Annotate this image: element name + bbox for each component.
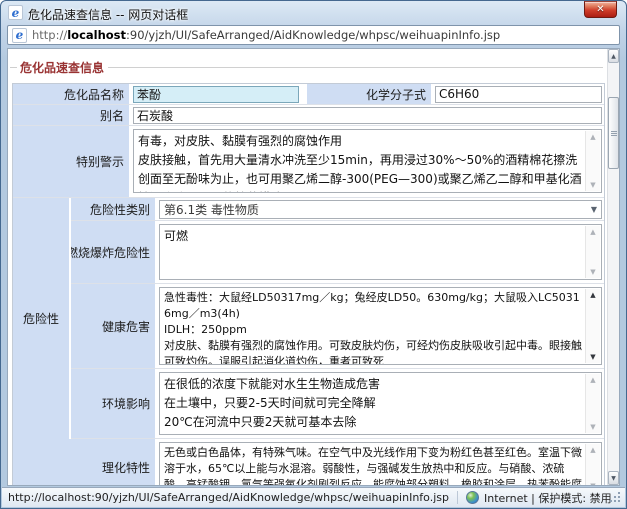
env-label: 环境影响: [71, 369, 157, 438]
internet-zone-globe-icon: [466, 491, 479, 504]
hazard-group-label: 危险性: [23, 310, 59, 327]
health-textarea[interactable]: 急性毒性：大鼠经LD50317mg／kg；兔经皮LD50。630mg/kg；大鼠…: [159, 287, 602, 365]
phys-scrollbar[interactable]: ▲▼: [585, 444, 600, 485]
fire-textarea[interactable]: 可燃 ▲▼: [159, 224, 602, 280]
scrollbar-thumb[interactable]: [608, 97, 619, 169]
warning-text: 有毒，对皮肤、黏膜有强烈的腐蚀作用 皮肤接触，首先用大量清水冲洗至少15min，…: [134, 130, 601, 192]
page-body: 危化品速查信息 危化品名称 化学分子式 别名: [8, 49, 607, 485]
close-icon: ✕: [596, 5, 604, 15]
hazard-class-cell: 第6.1类 毒性物质 ▼: [157, 198, 604, 220]
scrollbar-down-button[interactable]: ▼: [608, 471, 619, 485]
phys-label: 理化特性: [71, 439, 157, 485]
row-fire-hazard: 燃烧爆炸危险性 可燃 ▲▼: [13, 221, 604, 284]
warning-label: 特别警示: [13, 126, 131, 197]
page-scrollbar[interactable]: ▲ ▼: [607, 49, 619, 485]
warning-cell: 有毒，对皮肤、黏膜有强烈的腐蚀作用 皮肤接触，首先用大量清水冲洗至少15min，…: [131, 126, 604, 197]
hazard-class-label: 危险性类别: [71, 198, 157, 220]
env-scrollbar[interactable]: ▲▼: [585, 374, 600, 433]
section-header: 危化品速查信息: [10, 59, 603, 76]
hazard-group-cell: 危险性: [13, 198, 71, 439]
phys-textarea[interactable]: 无色或白色晶体，有特殊气味。在空气中及光线作用下变为粉红色甚至红色。室温下微溶于…: [159, 442, 602, 485]
fire-cell: 可燃 ▲▼: [157, 221, 604, 283]
window-title: 危化品速查信息 -- 网页对话框: [28, 6, 188, 23]
row-alias: 别名: [13, 105, 604, 126]
scroll-down-icon[interactable]: ▼: [590, 482, 595, 485]
ie-logo-icon: e: [8, 5, 23, 20]
formula-cell: [433, 84, 604, 104]
row-name-formula: 危化品名称 化学分子式: [13, 84, 604, 105]
section-title: 危化品速查信息: [20, 59, 104, 76]
scroll-up-icon[interactable]: ▲: [590, 228, 595, 236]
name-label: 危化品名称: [13, 84, 131, 104]
scrollbar-up-button[interactable]: ▲: [608, 49, 619, 63]
dialog-window: e 危化品速查信息 -- 网页对话框 ✕ e http://localhost:…: [0, 0, 627, 509]
scroll-down-icon[interactable]: ▼: [590, 353, 595, 361]
fire-text: 可燃: [160, 225, 601, 279]
hazard-class-value: 第6.1类 毒性物质: [164, 201, 259, 218]
title-bar: e 危化品速查信息 -- 网页对话框 ✕: [1, 1, 626, 24]
thumb-grip-icon: [611, 133, 617, 134]
name-cell: [131, 84, 305, 104]
scroll-up-icon[interactable]: ▲: [590, 291, 595, 299]
status-separator: [457, 491, 458, 504]
scroll-down-icon[interactable]: ▼: [590, 268, 595, 276]
zone-text: Internet | 保护模式: 禁用: [484, 490, 612, 506]
row-environment: 环境影响 在很低的浓度下就能对水生生物造成危害 在土壤中，只要2-5天时间就可完…: [13, 369, 604, 439]
row-health-hazard: 健康危害 急性毒性：大鼠经LD50317mg／kg；兔经皮LD50。630mg/…: [13, 284, 604, 369]
scroll-down-icon[interactable]: ▼: [590, 423, 595, 431]
scroll-up-icon: ▲: [611, 53, 616, 60]
legend-line-right: [108, 67, 603, 68]
phys-text: 无色或白色晶体，有特殊气味。在空气中及光线作用下变为粉红色甚至红色。室温下微溶于…: [160, 443, 601, 485]
health-scrollbar[interactable]: ▲▼: [585, 289, 600, 363]
health-cell: 急性毒性：大鼠经LD50317mg／kg；兔经皮LD50。630mg/kg；大鼠…: [157, 284, 604, 368]
dialog-content: 危化品速查信息 危化品名称 化学分子式 别名: [7, 48, 620, 486]
status-url: http://localhost:90/yjzh/UI/SafeArranged…: [8, 491, 449, 504]
address-bar[interactable]: e http://localhost:90/yjzh/UI/SafeArrang…: [7, 25, 620, 45]
env-textarea[interactable]: 在很低的浓度下就能对水生生物造成危害 在土壤中，只要2-5天时间就可完全降解 2…: [159, 372, 602, 435]
phys-cell: 无色或白色晶体，有特殊气味。在空气中及光线作用下变为粉红色甚至红色。室温下微溶于…: [157, 439, 604, 485]
fire-scrollbar[interactable]: ▲▼: [585, 226, 600, 278]
row-hazard-class: 危险性类别 第6.1类 毒性物质 ▼: [13, 198, 604, 221]
row-physicochemical: 理化特性 无色或白色晶体，有特殊气味。在空气中及光线作用下变为粉红色甚至红色。室…: [13, 439, 604, 485]
env-text: 在很低的浓度下就能对水生生物造成危害 在土壤中，只要2-5天时间就可完全降解 2…: [160, 373, 601, 434]
page-ie-icon: e: [12, 28, 27, 43]
warning-textarea[interactable]: 有毒，对皮肤、黏膜有强烈的腐蚀作用 皮肤接触，首先用大量清水冲洗至少15min，…: [133, 129, 602, 193]
url-host: localhost: [67, 28, 126, 42]
url-scheme: http://: [32, 28, 67, 42]
chevron-down-icon: ▼: [591, 205, 597, 214]
name-input[interactable]: [133, 86, 299, 103]
hazard-class-select[interactable]: 第6.1类 毒性物质 ▼: [159, 200, 602, 219]
url-path: :90/yjzh/UI/SafeArranged/AidKnowledge/wh…: [126, 28, 500, 42]
formula-label: 化学分子式: [305, 84, 433, 104]
legend-line-left: [10, 67, 17, 68]
group-spacer: [13, 439, 71, 485]
health-label: 健康危害: [71, 284, 157, 368]
alias-label: 别名: [13, 105, 131, 125]
address-url: http://localhost:90/yjzh/UI/SafeArranged…: [32, 28, 500, 42]
chemical-info-table: 危化品名称 化学分子式 别名: [12, 83, 605, 485]
row-warning: 特别警示 有毒，对皮肤、黏膜有强烈的腐蚀作用 皮肤接触，首先用大量清水冲洗至少1…: [13, 126, 604, 198]
formula-input[interactable]: [435, 86, 602, 103]
scroll-up-icon[interactable]: ▲: [590, 133, 595, 141]
fire-label: 燃烧爆炸危险性: [71, 221, 157, 283]
scroll-up-icon[interactable]: ▲: [590, 376, 595, 384]
alias-cell: [131, 105, 604, 125]
env-cell: 在很低的浓度下就能对水生生物造成危害 在土壤中，只要2-5天时间就可完全降解 2…: [157, 369, 604, 438]
status-bar: http://localhost:90/yjzh/UI/SafeArranged…: [2, 487, 625, 507]
scroll-down-icon: ▼: [611, 475, 616, 482]
close-button[interactable]: ✕: [584, 1, 617, 18]
resize-grip[interactable]: [618, 500, 620, 502]
alias-input[interactable]: [133, 107, 602, 124]
health-text: 急性毒性：大鼠经LD50317mg／kg；兔经皮LD50。630mg/kg；大鼠…: [160, 288, 601, 364]
scroll-down-icon[interactable]: ▼: [590, 181, 595, 189]
warning-scrollbar[interactable]: ▲▼: [585, 131, 600, 191]
scroll-up-icon[interactable]: ▲: [590, 446, 595, 454]
